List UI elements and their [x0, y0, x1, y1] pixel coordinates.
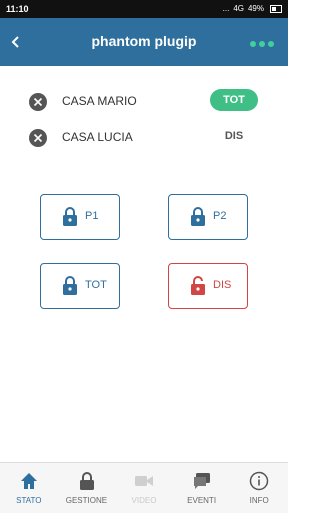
- status-time: 11:10: [6, 4, 29, 14]
- lock-icon: [63, 207, 77, 226]
- nav-label: VIDEO: [131, 496, 157, 505]
- nav-item-info[interactable]: INFO: [230, 463, 288, 513]
- command-label: TOT: [85, 279, 107, 291]
- home-icon: [21, 473, 37, 489]
- nav-item-gestione[interactable]: GESTIONE: [58, 463, 116, 513]
- nav-label: GESTIONE: [65, 496, 108, 505]
- lock-icon: [79, 472, 94, 490]
- status-indicators: ...: [222, 4, 230, 13]
- nav-label: EVENTI: [187, 496, 217, 505]
- nav-item-eventi[interactable]: EVENTI: [173, 463, 231, 513]
- nav-label: INFO: [249, 496, 269, 505]
- close-icon[interactable]: [29, 129, 47, 147]
- command-label: P1: [85, 210, 99, 222]
- status-icons: ... 4G 49%: [223, 4, 282, 13]
- page-title: phantom plugip: [91, 33, 197, 49]
- lock-icon: [191, 207, 205, 226]
- command-button-p1[interactable]: P1: [40, 194, 120, 240]
- zone-status-badge[interactable]: TOT: [210, 89, 258, 111]
- battery-percent: 49%: [247, 4, 264, 13]
- unlock-icon: [191, 276, 205, 295]
- nav-item-stato[interactable]: STATO: [0, 463, 58, 513]
- nav-item-video[interactable]: VIDEO: [115, 463, 173, 513]
- zone-name: CASA LUCIA: [62, 130, 133, 144]
- chat-icon: [193, 473, 210, 489]
- command-button-dis[interactable]: DIS: [168, 263, 248, 309]
- close-icon[interactable]: [29, 93, 47, 111]
- zone-row-casa-mario: CASA MARIO TOT: [0, 87, 288, 117]
- info-icon: [250, 471, 269, 491]
- video-icon: [135, 476, 154, 486]
- zone-status-badge[interactable]: DIS: [210, 125, 258, 147]
- nav-label: STATO: [16, 496, 42, 505]
- network-label: 4G: [233, 4, 244, 13]
- command-button-p2[interactable]: P2: [168, 194, 248, 240]
- battery-icon: [270, 4, 282, 13]
- command-button-tot[interactable]: TOT: [40, 263, 120, 309]
- connection-status-icon: [250, 41, 274, 47]
- zone-row-casa-lucia: CASA LUCIA DIS: [0, 123, 288, 153]
- status-bar: 11:10 ... 4G 49%: [0, 0, 288, 18]
- bottom-nav: STATO GESTIONE VIDEO EVENTI INFO: [0, 462, 288, 513]
- command-label: DIS: [213, 279, 232, 291]
- app-header: phantom plugip: [0, 18, 288, 66]
- command-label: P2: [213, 210, 227, 222]
- zone-name: CASA MARIO: [62, 94, 137, 108]
- lock-icon: [63, 276, 77, 295]
